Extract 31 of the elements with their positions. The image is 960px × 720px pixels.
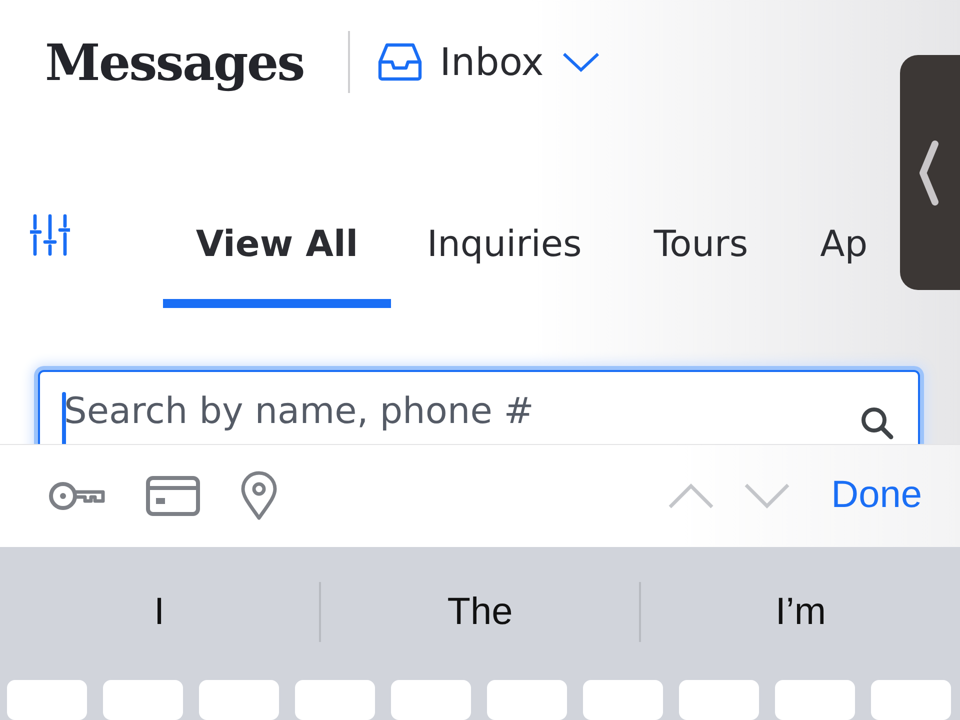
search-field[interactable]: Search by name, phone #: [38, 370, 920, 444]
keyboard-key[interactable]: [775, 680, 855, 720]
keyboard-key[interactable]: [199, 680, 279, 720]
text-caret: [62, 392, 66, 444]
keyboard-key[interactable]: [103, 680, 183, 720]
word-suggestion[interactable]: The: [320, 590, 640, 634]
word-suggestion[interactable]: I’m: [641, 590, 960, 634]
credit-card-icon[interactable]: [146, 476, 200, 516]
keyboard-key[interactable]: [487, 680, 567, 720]
key-icon[interactable]: [48, 480, 106, 512]
page-title: Messages: [45, 32, 304, 92]
keyboard-key[interactable]: [871, 680, 951, 720]
done-button[interactable]: Done: [831, 474, 922, 518]
keyboard-key[interactable]: [7, 680, 87, 720]
tab[interactable]: Ap: [784, 224, 904, 308]
word-suggestion[interactable]: I: [0, 590, 319, 634]
filter-sliders-icon[interactable]: [30, 214, 70, 256]
location-pin-icon[interactable]: [240, 470, 278, 521]
keyboard-key[interactable]: [391, 680, 471, 720]
keyboard-key[interactable]: [583, 680, 663, 720]
search-icon: [860, 406, 894, 440]
chevron-left-icon: [918, 140, 940, 206]
tab[interactable]: Inquiries: [391, 224, 618, 308]
keyboard-key[interactable]: [679, 680, 759, 720]
chevron-down-icon: [562, 51, 600, 73]
inbox-tray-icon: [378, 42, 422, 82]
mailbox-dropdown[interactable]: Inbox: [378, 40, 600, 84]
side-panel-handle[interactable]: [900, 55, 960, 290]
tab[interactable]: Tours: [618, 224, 784, 308]
tab[interactable]: View All: [163, 224, 391, 308]
keyboard-key[interactable]: [295, 680, 375, 720]
